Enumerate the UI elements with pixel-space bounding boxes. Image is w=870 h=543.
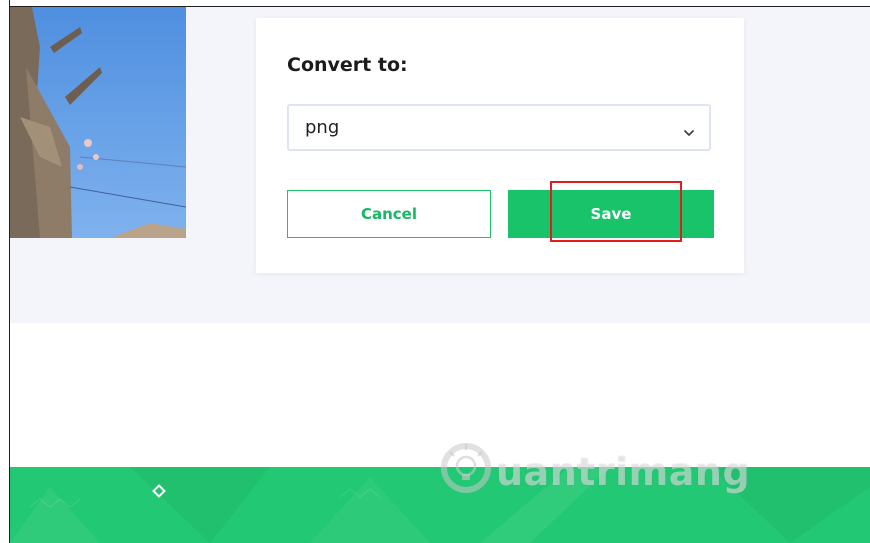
diamond-icon [152,483,166,498]
convert-dialog: Convert to: png Cancel Save [256,18,744,273]
preview-image [10,7,186,238]
dialog-title: Convert to: [287,54,408,76]
footer-band [10,467,870,543]
format-select[interactable]: png [287,104,711,151]
cancel-button[interactable]: Cancel [287,190,491,238]
format-select-value: png [305,117,340,138]
chevron-down-icon [683,123,695,136]
save-button[interactable]: Save [508,190,714,238]
